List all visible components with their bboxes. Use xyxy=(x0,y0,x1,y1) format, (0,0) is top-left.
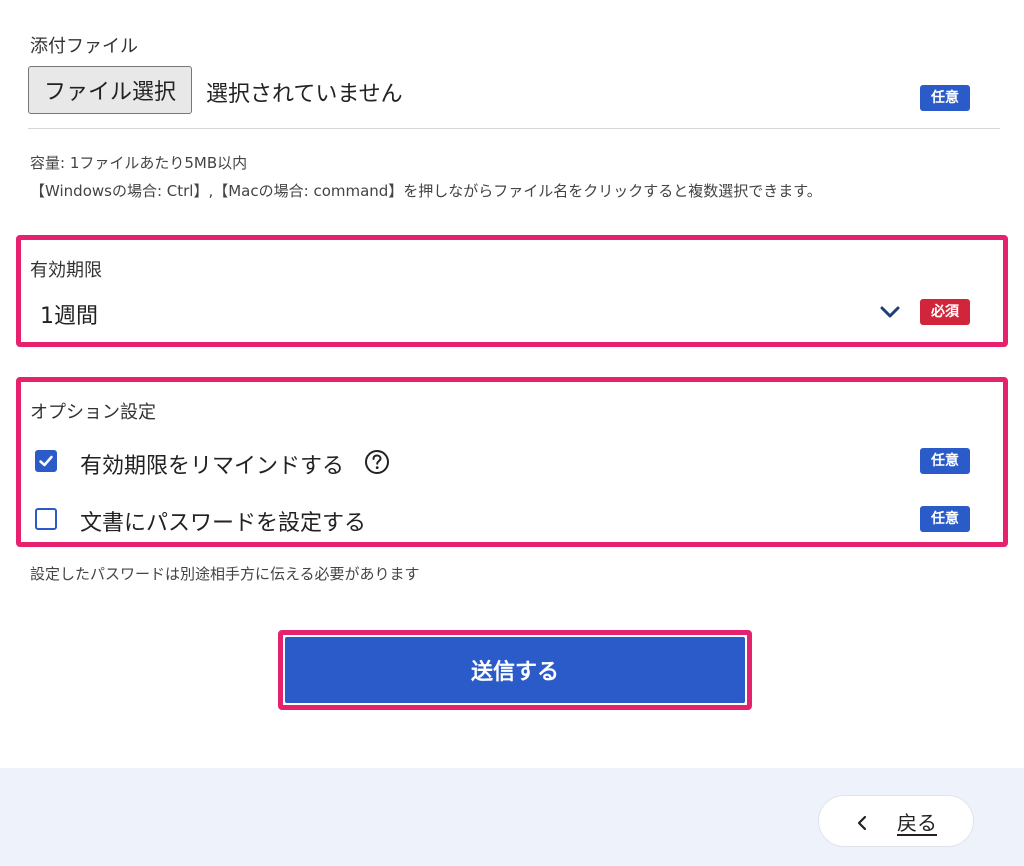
attachment-label: 添付ファイル xyxy=(30,36,138,57)
options-label: オプション設定 xyxy=(30,402,156,423)
back-label: 戻る xyxy=(897,810,937,835)
expiry-select[interactable]: 1週間 xyxy=(30,292,910,332)
password-label[interactable]: 文書にパスワードを設定する xyxy=(80,505,366,537)
back-button[interactable]: 戻る xyxy=(818,795,974,847)
choose-file-button[interactable]: ファイル選択 xyxy=(28,66,192,114)
attachment-optional-badge: 任意 xyxy=(920,85,970,111)
remind-label[interactable]: 有効期限をリマインドする xyxy=(80,448,344,480)
submit-button[interactable]: 送信する xyxy=(285,637,745,703)
remind-optional-badge: 任意 xyxy=(920,448,970,474)
password-note: 設定したパスワードは別途相手方に伝える必要があります xyxy=(30,565,420,583)
expiry-required-badge: 必須 xyxy=(920,299,970,325)
expiry-label: 有効期限 xyxy=(30,260,102,281)
remind-checkbox[interactable] xyxy=(35,450,57,472)
chevron-down-icon xyxy=(878,300,902,324)
file-status: 選択されていません xyxy=(206,82,403,107)
expiry-selected-value: 1週間 xyxy=(40,304,98,329)
help-circle-icon[interactable] xyxy=(364,449,390,475)
capacity-note: 容量: 1ファイルあたり5MB以内 xyxy=(30,154,248,172)
password-checkbox[interactable] xyxy=(35,508,57,530)
multiselect-note: 【Windowsの場合: Ctrl】,【Macの場合: command】を押しな… xyxy=(30,182,822,200)
checkmark-icon xyxy=(39,455,53,467)
attachment-divider xyxy=(28,128,1000,129)
password-optional-badge: 任意 xyxy=(920,506,970,532)
chevron-left-icon xyxy=(855,809,869,833)
